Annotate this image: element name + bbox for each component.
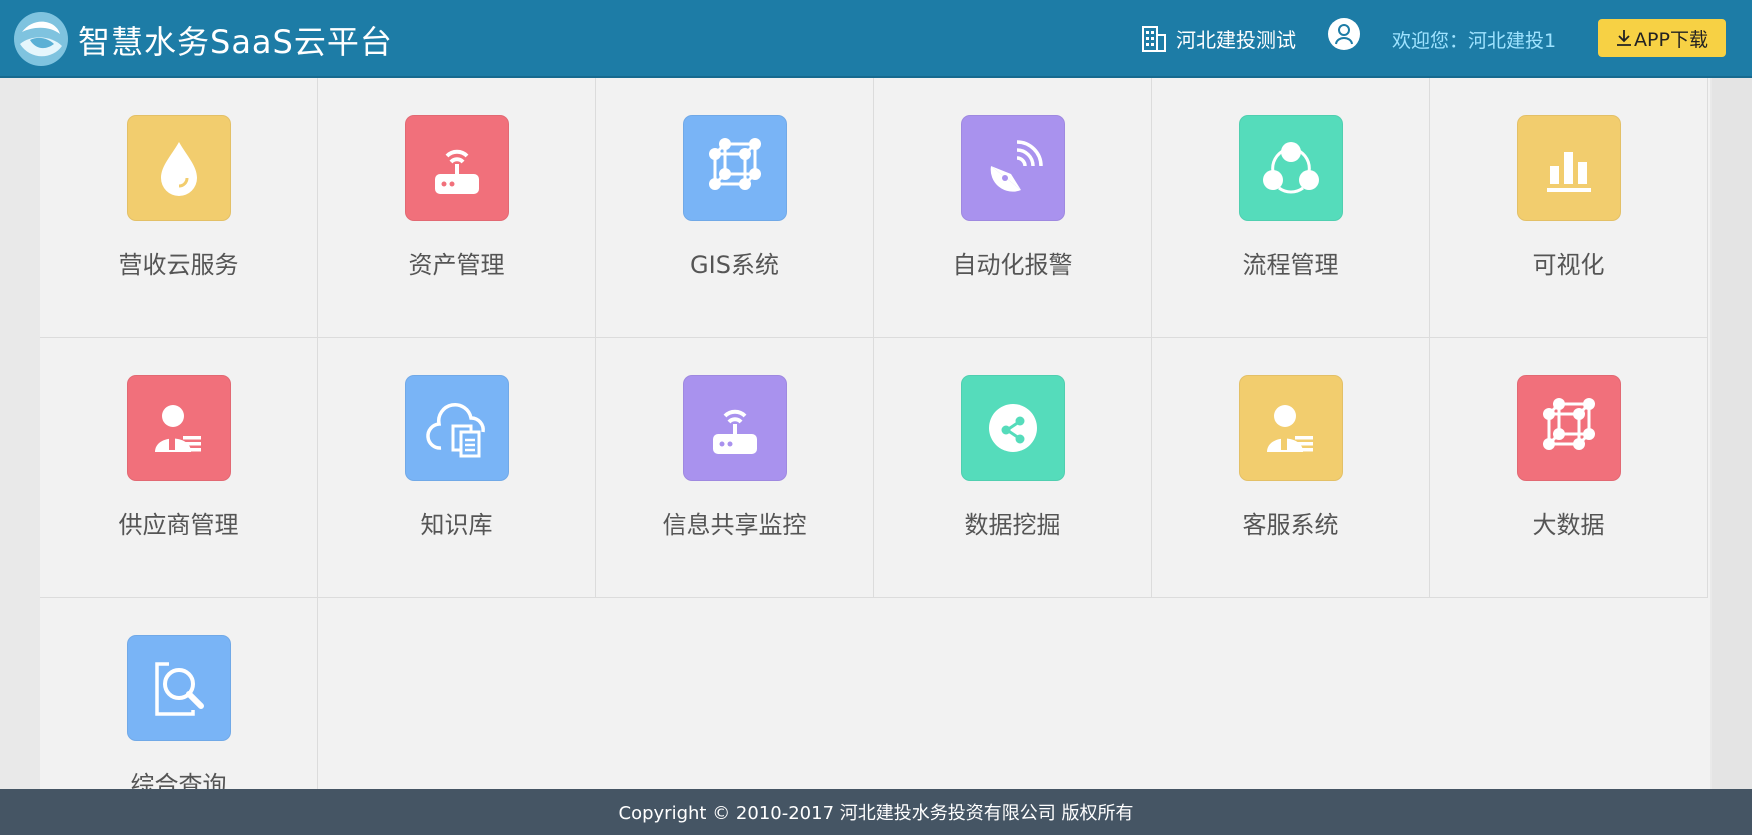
module-tile-supplier[interactable]: 供应商管理 xyxy=(40,338,318,598)
app-download-label: APP下载 xyxy=(1634,28,1708,51)
water-drop-icon xyxy=(161,142,197,196)
module-label: 信息共享监控 xyxy=(662,511,807,539)
module-icon-box xyxy=(683,375,787,481)
module-grid: 营收云服务 资产管理 GIS系统 自动化报警 流程管理 可视化 供应商管理 知识… xyxy=(40,78,1710,789)
module-label: 数据挖掘 xyxy=(964,511,1061,539)
module-icon-box xyxy=(683,115,787,221)
module-tile-data-mining[interactable]: 数据挖掘 xyxy=(874,338,1152,598)
module-tile-big-data[interactable]: 大数据 xyxy=(1430,338,1708,598)
router-icon xyxy=(435,149,479,194)
flow-circles-icon xyxy=(1263,142,1319,194)
logo-icon xyxy=(14,12,68,66)
module-label: 可视化 xyxy=(1532,251,1605,279)
empty-cell xyxy=(318,598,596,789)
module-icon-box xyxy=(405,115,509,221)
module-icon-box xyxy=(961,375,1065,481)
building-icon xyxy=(1142,25,1166,52)
module-icon-box xyxy=(1239,375,1343,481)
app-title: 智慧水务SaaS云平台 xyxy=(78,23,393,61)
module-tile-revenue[interactable]: 营收云服务 xyxy=(40,78,318,338)
module-label: 资产管理 xyxy=(408,251,505,279)
router-icon xyxy=(713,409,757,454)
module-tile-visualization[interactable]: 可视化 xyxy=(1430,78,1708,338)
org-switcher[interactable]: 河北建投测试 xyxy=(1140,24,1296,53)
module-icon-box xyxy=(127,375,231,481)
copyright-text: Copyright © 2010-2017 河北建投水务投资有限公司 版权所有 xyxy=(618,803,1134,824)
footer: Copyright © 2010-2017 河北建投水务投资有限公司 版权所有 xyxy=(0,789,1752,835)
service-user-icon xyxy=(1267,405,1313,452)
module-icon-box xyxy=(1517,115,1621,221)
network-cube-icon xyxy=(709,138,761,190)
org-name: 河北建投测试 xyxy=(1176,28,1296,52)
module-label: 流程管理 xyxy=(1242,251,1339,279)
module-icon-box xyxy=(961,115,1065,221)
network-cube-icon xyxy=(1543,398,1595,450)
module-icon-box xyxy=(405,375,509,481)
module-tile-info-sharing[interactable]: 信息共享监控 xyxy=(596,338,874,598)
module-label: 营收云服务 xyxy=(118,251,239,279)
module-label: 自动化报警 xyxy=(952,251,1073,279)
module-icon-box xyxy=(127,115,231,221)
module-tile-gis[interactable]: GIS系统 xyxy=(596,78,874,338)
cloud-docs-icon xyxy=(426,402,485,458)
module-label: 综合查询 xyxy=(130,771,227,789)
module-label: GIS系统 xyxy=(690,251,779,279)
welcome-user-link[interactable]: 欢迎您：河北建投1 xyxy=(1392,26,1556,53)
module-label: 大数据 xyxy=(1532,511,1605,539)
module-label: 供应商管理 xyxy=(118,511,239,539)
module-tile-workflow[interactable]: 流程管理 xyxy=(1152,78,1430,338)
module-icon-box xyxy=(127,635,231,741)
app-download-button[interactable]: APP下载 xyxy=(1598,19,1726,57)
share-circle-icon xyxy=(989,404,1037,452)
top-header: 智慧水务SaaS云平台 河北建投测试 欢迎您：河北建投1 APP下载 xyxy=(0,0,1752,78)
module-icon-box xyxy=(1239,115,1343,221)
module-tile-knowledge[interactable]: 知识库 xyxy=(318,338,596,598)
module-label: 知识库 xyxy=(420,511,493,539)
scroll-gutter xyxy=(1712,78,1752,789)
supplier-user-icon xyxy=(155,405,201,452)
download-icon xyxy=(1617,30,1632,46)
bar-chart-icon xyxy=(1547,152,1591,192)
search-doc-icon xyxy=(155,662,204,716)
user-avatar-icon[interactable] xyxy=(1328,18,1360,50)
module-tile-alarm[interactable]: 自动化报警 xyxy=(874,78,1152,338)
module-tile-assets[interactable]: 资产管理 xyxy=(318,78,596,338)
module-label: 客服系统 xyxy=(1242,511,1339,539)
satellite-dish-icon xyxy=(990,140,1043,192)
module-tile-query[interactable]: 综合查询 xyxy=(40,598,318,789)
module-icon-box xyxy=(1517,375,1621,481)
module-tile-customer-service[interactable]: 客服系统 xyxy=(1152,338,1430,598)
